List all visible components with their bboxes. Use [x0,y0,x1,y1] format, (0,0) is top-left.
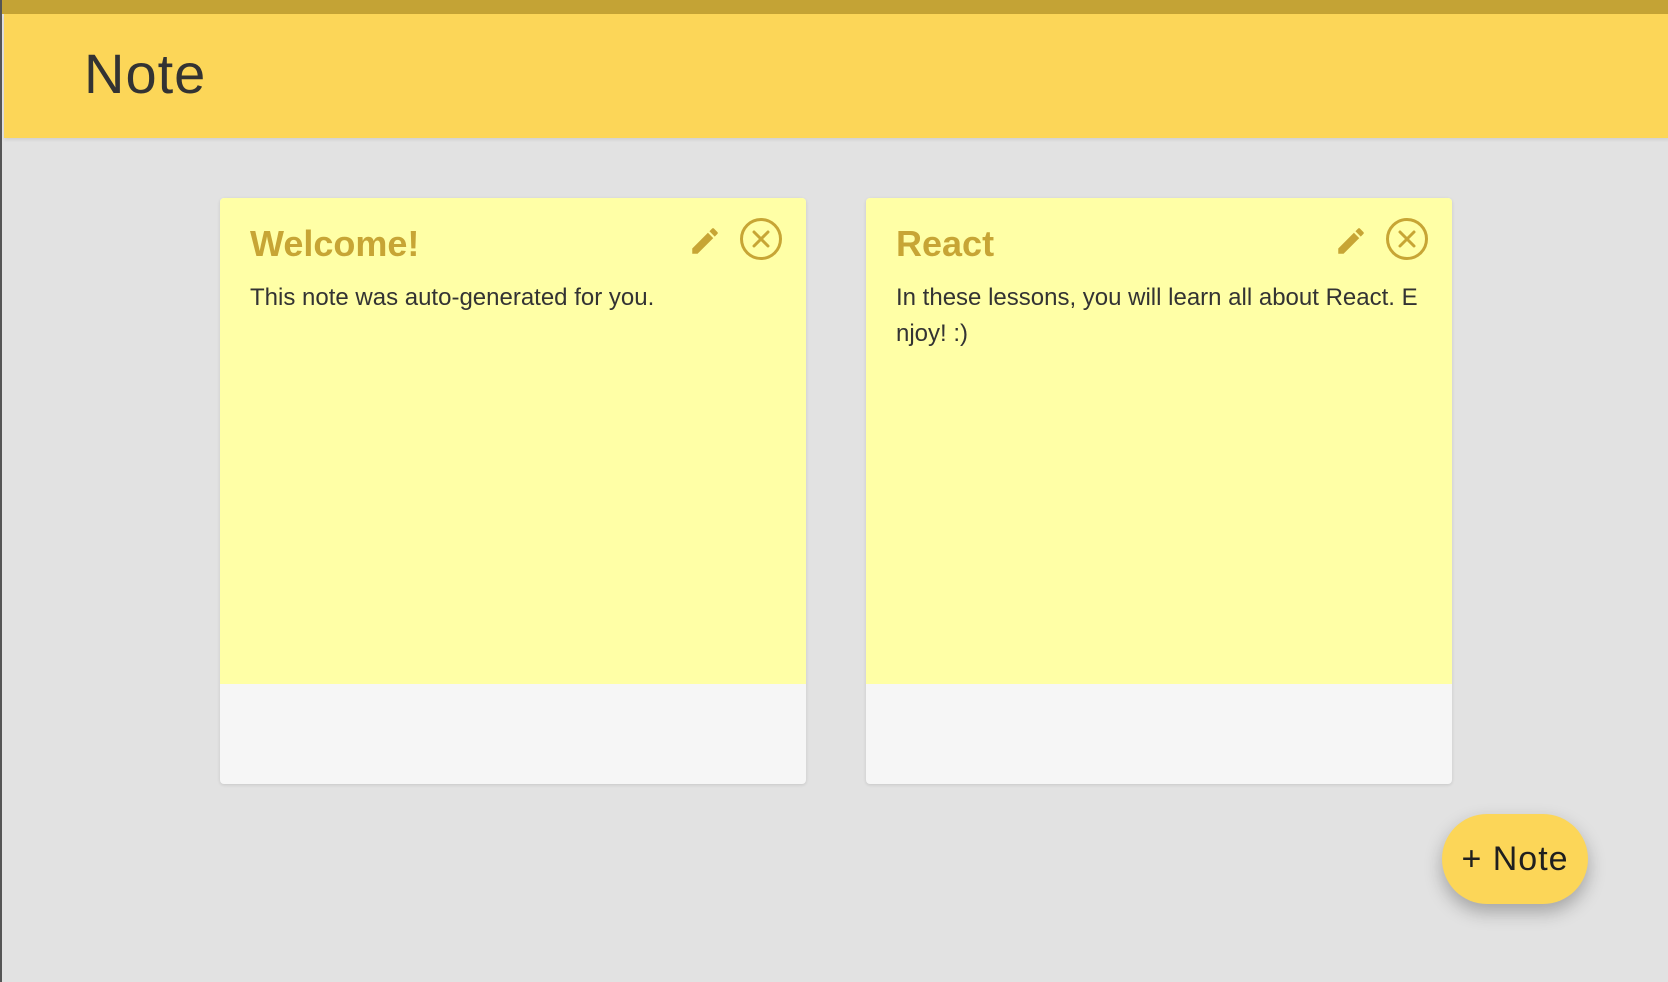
edit-note-button[interactable] [1328,218,1374,264]
delete-note-button[interactable] [738,216,784,262]
app-title: Note [84,42,207,105]
note-text: In these lessons, you will learn all abo… [896,284,1418,347]
note-card: React In these lessons, you will learn a… [866,198,1452,784]
delete-note-button[interactable] [1384,216,1430,262]
note-card: Welcome! This note was auto-generated fo… [220,198,806,784]
note-text: This note was auto-generated for you. [250,284,655,311]
close-circle-icon [1386,218,1428,260]
edit-note-button[interactable] [682,218,728,264]
app-header: Note [4,14,1668,138]
top-strip [2,0,1668,14]
app-window: Note Welcome! This note was auto-generat… [0,0,1668,982]
close-circle-icon [740,218,782,260]
note-body: React In these lessons, you will learn a… [866,198,1452,684]
pencil-icon [1338,228,1364,254]
add-note-button[interactable]: + Note [1442,814,1588,904]
note-body: Welcome! This note was auto-generated fo… [220,198,806,684]
pencil-icon [692,228,718,254]
note-title: React [896,223,995,264]
note-title: Welcome! [250,223,420,264]
